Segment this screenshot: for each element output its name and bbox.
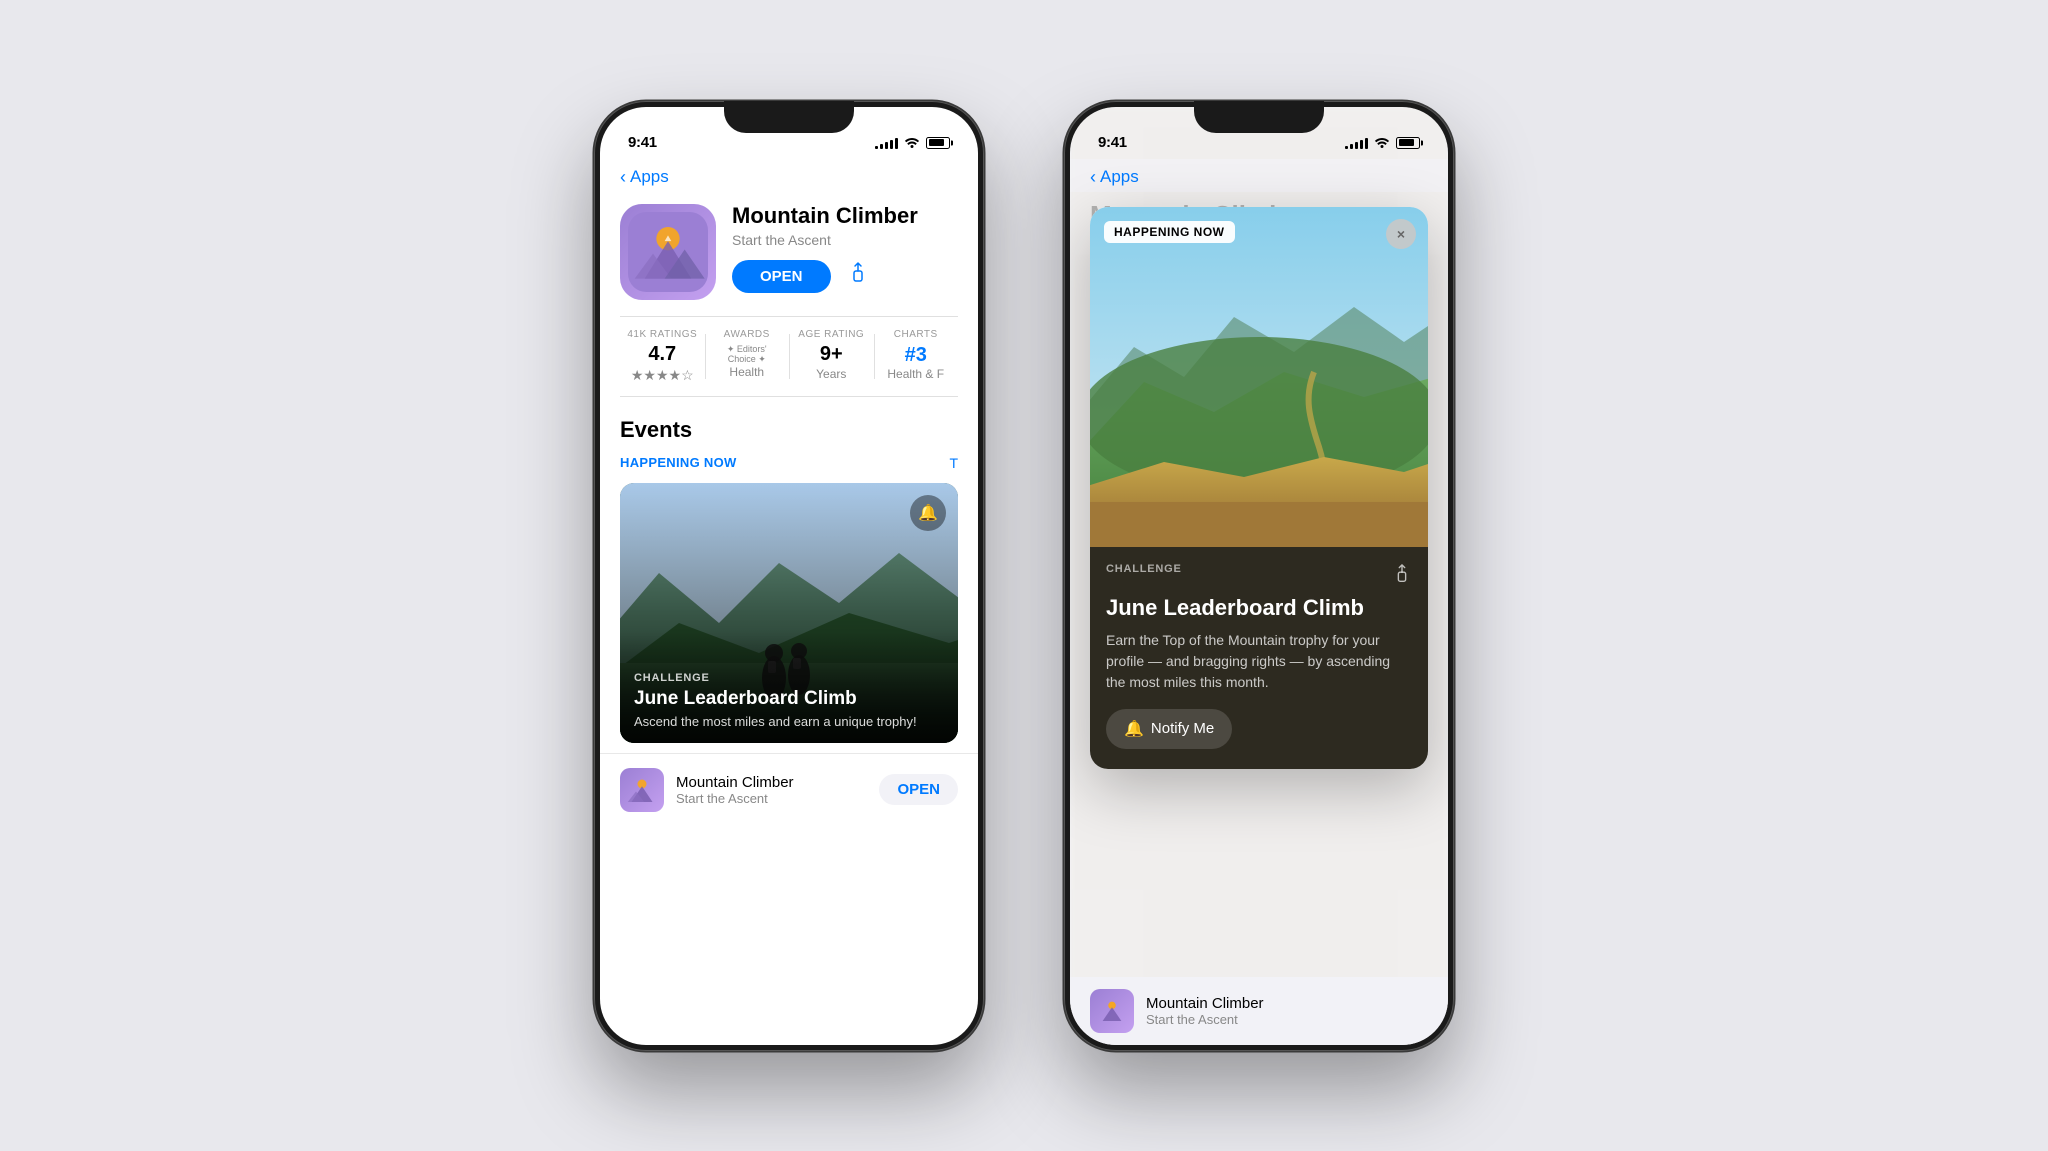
- notch-right: [1194, 101, 1324, 133]
- app-icon: [620, 204, 716, 300]
- phone-screen: 9:41: [600, 107, 978, 1045]
- bottom-icon-svg: [624, 772, 660, 808]
- bottom-app-icon: [620, 768, 664, 812]
- filter-label[interactable]: HAPPENING NOW: [620, 455, 737, 470]
- right-bottom-row: Mountain Climber Start the Ascent: [1070, 977, 1448, 1045]
- right-battery-icon: [1396, 137, 1420, 149]
- events-title: Events: [620, 417, 958, 443]
- right-signal-icon: [1345, 137, 1368, 149]
- modal-event-name: June Leaderboard Climb: [1106, 596, 1412, 620]
- right-bottom-info: Mountain Climber Start the Ascent: [1146, 995, 1428, 1027]
- right-back-nav[interactable]: ‹ Apps: [1070, 159, 1448, 192]
- event-desc: Ascend the most miles and earn a unique …: [634, 714, 944, 729]
- back-arrow-icon: ‹: [620, 167, 626, 188]
- landscape-svg: [1090, 207, 1428, 547]
- right-bottom-icon: [1090, 989, 1134, 1033]
- app-tagline: Start the Ascent: [732, 232, 958, 248]
- right-phone-screen: 9:41: [1070, 107, 1448, 1045]
- stats-bar: 41K RATINGS 4.7 ★★★★☆ AWARDS ✦ Editors'C…: [620, 316, 958, 397]
- bottom-app-tagline: Start the Ascent: [676, 791, 879, 806]
- right-status-icons: [1345, 135, 1420, 151]
- stat-awards: AWARDS ✦ Editors'Choice ✦ Health: [705, 329, 790, 384]
- modal-hero: HAPPENING NOW ×: [1090, 207, 1428, 547]
- status-time: 9:41: [628, 134, 657, 151]
- stat-charts: CHARTS #3 Health & F: [874, 329, 959, 384]
- see-all[interactable]: T: [949, 455, 958, 471]
- right-bottom-svg: [1097, 996, 1127, 1026]
- modal-share-icon[interactable]: [1392, 563, 1412, 590]
- modal-event-type: CHALLENGE: [1106, 563, 1412, 590]
- app-action-row: OPEN: [732, 260, 958, 293]
- app-name: Mountain Climber: [732, 204, 958, 228]
- editors-badge: ✦ Editors'Choice ✦: [705, 344, 790, 366]
- modal-badge: HAPPENING NOW: [1104, 221, 1235, 243]
- bottom-app-row: Mountain Climber Start the Ascent OPEN: [600, 753, 978, 826]
- modal-event-desc: Earn the Top of the Mountain trophy for …: [1106, 630, 1412, 693]
- status-icons: [875, 135, 950, 151]
- app-header: Mountain Climber Start the Ascent OPEN: [600, 192, 978, 316]
- wifi-icon: [904, 135, 920, 151]
- event-overlay: CHALLENGE June Leaderboard Climb Ascend …: [620, 632, 958, 743]
- right-bottom-tagline: Start the Ascent: [1146, 1012, 1428, 1027]
- bottom-open-button[interactable]: OPEN: [879, 774, 958, 805]
- right-back-arrow-icon: ‹: [1090, 167, 1096, 188]
- back-nav[interactable]: ‹ Apps: [600, 159, 978, 192]
- share-icon[interactable]: [847, 261, 869, 291]
- events-section: Events HAPPENING NOW T: [600, 397, 978, 743]
- right-status-time: 9:41: [1098, 134, 1127, 151]
- battery-icon: [926, 137, 950, 149]
- event-name: June Leaderboard Climb: [634, 688, 944, 710]
- stat-ratings: 41K RATINGS 4.7 ★★★★☆: [620, 329, 705, 384]
- right-back-label: Apps: [1100, 167, 1139, 187]
- notify-me-button[interactable]: 🔔 Notify Me: [1106, 709, 1232, 749]
- right-bottom-name: Mountain Climber: [1146, 995, 1428, 1012]
- bottom-app-name: Mountain Climber: [676, 774, 879, 791]
- notch: [724, 101, 854, 133]
- scene: 9:41: [594, 101, 1454, 1051]
- right-phone: 9:41: [1064, 101, 1454, 1051]
- modal-close-button[interactable]: ×: [1386, 219, 1416, 249]
- signal-icon: [875, 137, 898, 149]
- modal-content: CHALLENGE June Leaderboard Climb Earn th…: [1090, 547, 1428, 769]
- notify-bell-icon: 🔔: [1124, 719, 1144, 739]
- open-button[interactable]: OPEN: [732, 260, 831, 293]
- left-phone: 9:41: [594, 101, 984, 1051]
- event-modal: HAPPENING NOW × CHALLENGE June Leaderboa…: [1090, 207, 1428, 769]
- mountain-svg: [628, 212, 708, 292]
- bell-button[interactable]: 🔔: [910, 495, 946, 531]
- events-filter-row: HAPPENING NOW T: [620, 455, 958, 471]
- app-info: Mountain Climber Start the Ascent OPEN: [732, 204, 958, 293]
- right-wifi-icon: [1374, 135, 1390, 151]
- bottom-app-info: Mountain Climber Start the Ascent: [676, 774, 879, 806]
- bell-icon: 🔔: [918, 503, 938, 523]
- stat-age: AGE RATING 9+ Years: [789, 329, 874, 384]
- event-card[interactable]: 🔔 CHALLENGE June Leaderboard Climb Ascen…: [620, 483, 958, 743]
- event-type: CHALLENGE: [634, 672, 944, 684]
- back-label: Apps: [630, 167, 669, 187]
